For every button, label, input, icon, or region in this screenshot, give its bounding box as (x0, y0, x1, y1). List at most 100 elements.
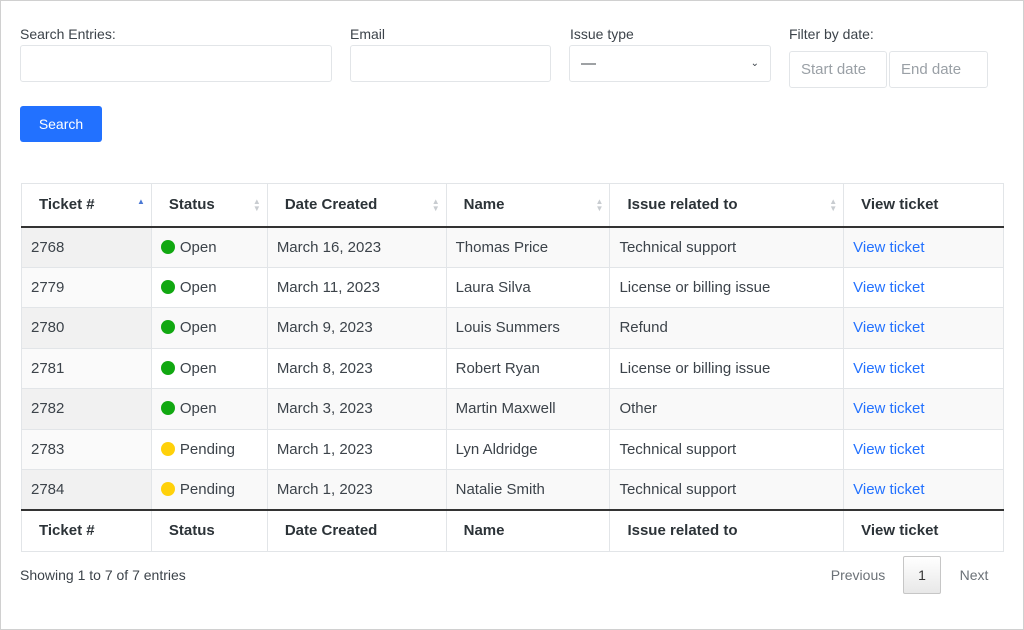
column-label: Status (168, 522, 215, 540)
table-cell: 2783 (21, 428, 152, 470)
table-cell: 2781 (21, 347, 152, 389)
sort-icon: ▲ ▼ (252, 197, 261, 213)
issue-type-select[interactable]: — ⌄ (569, 45, 771, 82)
status-text: Open (179, 319, 217, 337)
table-cell: View ticket (843, 226, 1004, 268)
table-cell: Robert Ryan (445, 347, 611, 389)
table-cell: March 1, 2023 (266, 469, 447, 511)
footer-header-view-ticket: View ticket (843, 509, 1004, 552)
column-header-view-ticket: View ticket (843, 183, 1004, 228)
page-1-button[interactable]: 1 (903, 556, 941, 594)
table-cell: View ticket (843, 388, 1004, 430)
email-field[interactable] (350, 45, 551, 82)
issue-type-label: Issue type (570, 26, 634, 42)
column-header-issue-related-to[interactable]: Issue related to ▲ ▼ (609, 183, 845, 228)
view-ticket-link[interactable]: View ticket (853, 279, 924, 296)
filter-date-label: Filter by date: (789, 26, 874, 42)
table-cell: Open (150, 388, 268, 430)
table-cell: Technical support (609, 469, 845, 511)
status-text: Pending (179, 440, 235, 458)
table-cell: March 11, 2023 (266, 266, 447, 308)
table-cell: 2768 (21, 226, 152, 268)
table-row: 2780 Open March 9, 2023 Louis Summers Refund… (21, 307, 1004, 349)
table-cell: View ticket (843, 266, 1004, 308)
previous-button[interactable]: Previous (822, 556, 894, 594)
column-label: Status (168, 196, 215, 214)
table-cell: Pending (150, 428, 268, 470)
column-label: Name (463, 522, 505, 540)
table-cell: Martin Maxwell (445, 388, 611, 430)
table-cell: Natalie Smith (445, 469, 611, 511)
tickets-table: Ticket # ▲ Status ▲ ▼ Date Created ▲ ▼ Name ▲ ▼ Iss… (21, 183, 1004, 552)
table-row: 2783 Pending March 1, 2023 Lyn Aldridge Tech… (21, 428, 1004, 470)
table-row: 2768 Open March 16, 2023 Thomas Price Techni… (21, 226, 1004, 268)
table-cell: Thomas Price (445, 226, 611, 268)
footer-header-issue-related-to: Issue related to (609, 509, 845, 552)
sort-icon: ▲ ▼ (829, 197, 838, 213)
status-text: Pending (179, 481, 235, 498)
status-text: Open (179, 359, 217, 377)
table-cell: March 9, 2023 (266, 307, 447, 349)
footer-header-name: Name (445, 509, 611, 552)
column-header-name[interactable]: Name ▲ ▼ (445, 183, 611, 228)
table-cell: License or billing issue (609, 347, 845, 389)
table-cell: 2782 (21, 388, 152, 430)
table-cell: Louis Summers (445, 307, 611, 349)
chevron-down-icon: ⌄ (750, 58, 759, 69)
table-cell: March 8, 2023 (266, 347, 447, 389)
column-header-ticket[interactable]: Ticket # ▲ (21, 183, 152, 228)
table-cell: View ticket (843, 307, 1004, 349)
view-ticket-link[interactable]: View ticket (853, 400, 924, 417)
status-text: Open (179, 400, 217, 418)
view-ticket-link[interactable]: View ticket (853, 441, 924, 458)
table-cell: 2784 (21, 469, 152, 511)
column-header-status[interactable]: Status ▲ ▼ (150, 183, 268, 228)
search-input[interactable] (20, 45, 332, 82)
column-label: Date Created (284, 196, 378, 214)
footer-header-status: Status (150, 509, 268, 552)
table-cell: 2780 (21, 307, 152, 349)
status-dot-icon (160, 320, 175, 335)
status-dot-icon (160, 239, 175, 254)
next-button[interactable]: Next (950, 556, 998, 594)
view-ticket-link[interactable]: View ticket (853, 360, 924, 377)
column-label: Ticket # (39, 522, 95, 540)
table-cell: Pending (150, 469, 268, 511)
table-row: 2781 Open March 8, 2023 Robert Ryan License … (21, 347, 1004, 389)
status-text: Open (179, 278, 217, 296)
column-label: Issue related to (627, 522, 738, 540)
email-label: Email (350, 26, 386, 42)
status-dot-icon (160, 360, 175, 375)
status-text: Open (179, 238, 217, 256)
view-ticket-link[interactable]: View ticket (853, 239, 924, 256)
table-row: 2784 Pending March 1, 2023 Natalie Smith Tec… (21, 469, 1004, 511)
table-cell: Open (150, 347, 268, 389)
footer-header-ticket: Ticket # (21, 509, 152, 552)
start-date-input[interactable]: Start date (789, 51, 887, 88)
table-row: 2782 Open March 3, 2023 Martin Maxwell Other… (21, 388, 1004, 430)
footer-header-date-created: Date Created (266, 509, 447, 552)
view-ticket-link[interactable]: View ticket (853, 319, 924, 336)
column-label: Ticket # (39, 196, 95, 214)
column-label: Issue related to (627, 196, 738, 214)
status-dot-icon (160, 401, 175, 416)
sort-icon: ▲ (136, 197, 145, 206)
table-cell: View ticket (843, 428, 1004, 470)
status-dot-icon (160, 441, 175, 456)
view-ticket-link[interactable]: View ticket (853, 481, 924, 498)
column-header-date-created[interactable]: Date Created ▲ ▼ (266, 183, 447, 228)
entries-info: Showing 1 to 7 of 7 entries (20, 567, 186, 583)
column-label: View ticket (861, 196, 939, 214)
table-cell: March 1, 2023 (266, 428, 447, 470)
column-label: View ticket (861, 522, 939, 540)
table-cell: Refund (609, 307, 845, 349)
table-cell: Technical support (609, 428, 845, 470)
table-cell: March 16, 2023 (266, 226, 447, 268)
table-cell: Open (150, 266, 268, 308)
sort-icon: ▲ ▼ (595, 197, 604, 213)
end-date-input[interactable]: End date (889, 51, 988, 88)
table-cell: Lyn Aldridge (445, 428, 611, 470)
table-cell: March 3, 2023 (266, 388, 447, 430)
issue-type-value: — (581, 55, 596, 72)
search-button[interactable]: Search (20, 106, 102, 142)
